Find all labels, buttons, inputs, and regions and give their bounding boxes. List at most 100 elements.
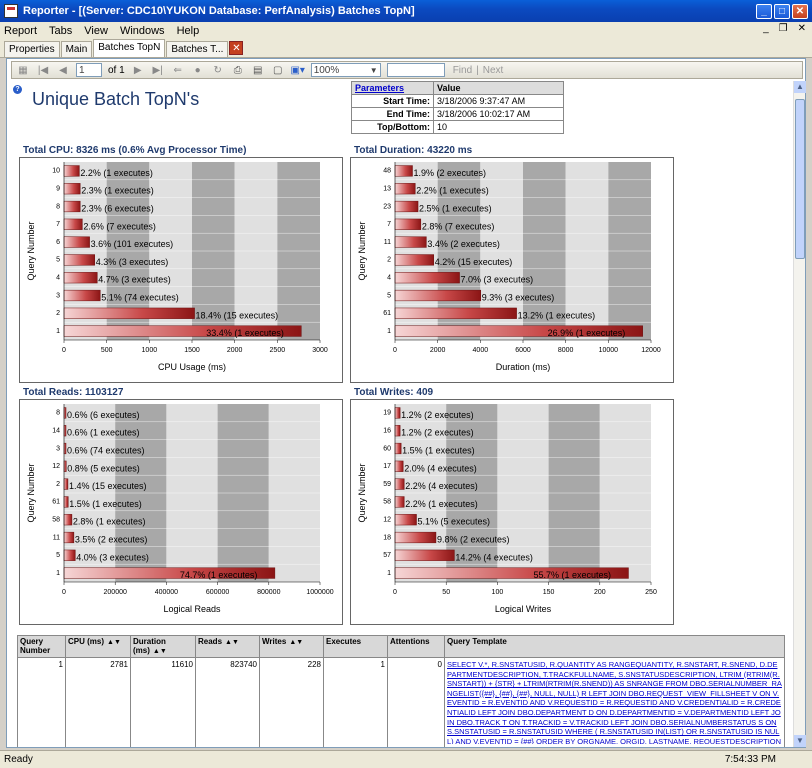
title-bar: Reporter - [(Server: CDC10\YUKON Databas… [0, 0, 812, 22]
parameters-table: Parameters Value Start Time: 3/18/2006 9:… [351, 81, 564, 134]
tab-close-icon[interactable]: ✕ [229, 41, 244, 55]
vertical-scrollbar[interactable]: ▲ ▼ [793, 81, 806, 747]
mdi-close-icon[interactable]: ✕ [798, 23, 806, 34]
bar [394, 165, 413, 177]
bar [394, 460, 404, 472]
col-duration[interactable]: Duration (ms) ▲▼ [130, 635, 196, 658]
bar [394, 236, 427, 248]
mdi-minimize-icon[interactable]: _ [763, 23, 769, 34]
table-row: 1 2781 11610 823740 228 1 0 SELECT V.*, … [17, 657, 785, 747]
x-tick-label: 0 [393, 347, 397, 354]
col-writes[interactable]: Writes ▲▼ [259, 635, 324, 658]
next-link[interactable]: Next [483, 65, 504, 76]
page-setup-icon[interactable]: ▢ [271, 64, 285, 77]
page-of-label: of 1 [108, 64, 125, 76]
bar [63, 183, 81, 195]
close-button[interactable]: ✕ [792, 3, 808, 19]
export-icon[interactable]: ▣▾ [290, 64, 304, 77]
tab-main[interactable]: Main [60, 41, 93, 57]
cell-writes: 228 [259, 657, 324, 747]
mdi-restore-icon[interactable]: ❐ [779, 23, 788, 34]
minimize-button[interactable]: _ [756, 3, 772, 19]
maximize-button[interactable]: □ [774, 3, 790, 19]
x-tick-label: 2000 [430, 347, 446, 354]
bar [63, 407, 67, 419]
x-axis-title: Logical Reads [163, 604, 221, 614]
y-tick-label: 4 [56, 275, 60, 282]
data-label: 33.4% (1 executes) [206, 328, 284, 338]
col-reads[interactable]: Reads ▲▼ [195, 635, 260, 658]
print-layout-icon[interactable]: ▤ [251, 64, 265, 77]
col-query-number[interactable]: Query Number [17, 635, 66, 658]
next-page-icon[interactable]: ▶ [131, 64, 145, 77]
x-tick-label: 400000 [155, 589, 178, 596]
help-icon[interactable]: ? [13, 85, 22, 94]
scroll-up-icon[interactable]: ▲ [794, 81, 806, 93]
x-tick-label: 600000 [206, 589, 229, 596]
find-input[interactable] [386, 63, 445, 77]
menu-view[interactable]: View [84, 25, 108, 37]
y-tick-label: 5 [56, 552, 60, 559]
bar [394, 407, 401, 419]
previous-page-icon[interactable]: ◀ [56, 64, 70, 77]
data-label: 14.2% (4 executes) [455, 552, 533, 562]
bar [394, 531, 437, 544]
bar [394, 200, 419, 213]
print-icon[interactable]: ⎙ [231, 64, 245, 77]
col-attentions[interactable]: Attentions [387, 635, 445, 658]
back-icon[interactable]: ⇐ [171, 64, 185, 77]
data-label: 2.3% (1 executes) [81, 186, 154, 196]
tab-properties[interactable]: Properties [4, 41, 60, 57]
data-label: 1.9% (2 executes) [413, 168, 486, 178]
stop-icon[interactable]: ● [191, 64, 205, 77]
last-page-icon[interactable]: ▶| [151, 64, 165, 77]
data-label: 2.8% (1 executes) [73, 517, 146, 527]
x-tick-label: 8000 [558, 347, 574, 354]
bar [394, 307, 517, 319]
sort-icon[interactable]: ▲▼ [107, 639, 121, 646]
sort-icon[interactable]: ▲▼ [153, 648, 167, 655]
parameters-link[interactable]: Parameters [351, 81, 434, 95]
bar [394, 272, 460, 284]
batches-grid: Query Number CPU (ms) ▲▼ Duration (ms) ▲▼ … [17, 635, 785, 747]
sort-icon[interactable]: ▲▼ [225, 639, 239, 646]
zoom-select[interactable]: 100% ▼ [310, 63, 381, 77]
report-toolbar: ▦ |◀ ◀ 1 of 1 ▶ ▶| ⇐ ● ↻ ⎙ ▤ ▢ ▣▾ 100% ▼ … [11, 61, 803, 79]
col-cpu[interactable]: CPU (ms) ▲▼ [65, 635, 131, 658]
tab-batches-t[interactable]: Batches T... [166, 41, 229, 57]
query-template-link[interactable]: SELECT V.*, R.SNSTATUSID, R.QUANTITY AS … [447, 660, 782, 744]
y-tick-label: 2 [387, 257, 391, 264]
data-label: 2.0% (4 executes) [404, 463, 477, 473]
cell-attentions: 0 [387, 657, 445, 747]
y-tick-label: 11 [384, 239, 391, 246]
find-link[interactable]: Find [453, 65, 472, 76]
y-axis-title: Query Number [357, 463, 367, 522]
menu-tabs[interactable]: Tabs [49, 25, 72, 37]
x-tick-label: 0 [393, 589, 397, 596]
data-label: 1.5% (1 executes) [69, 499, 142, 509]
col-query-template[interactable]: Query Template [444, 635, 785, 658]
bar [63, 200, 81, 213]
data-label: 0.6% (1 executes) [67, 428, 140, 438]
bar [63, 272, 98, 284]
refresh-icon[interactable]: ↻ [211, 64, 225, 77]
tab-batches-topn[interactable]: Batches TopN [93, 39, 166, 57]
x-tick-label: 0 [62, 347, 66, 354]
scroll-down-icon[interactable]: ▼ [794, 735, 806, 747]
param-label: Top/Bottom: [351, 120, 434, 134]
menu-windows[interactable]: Windows [120, 25, 165, 37]
document-map-icon[interactable]: ▦ [16, 64, 30, 77]
bar [394, 496, 405, 508]
x-axis-title: Logical Writes [495, 604, 552, 614]
col-executes[interactable]: Executes [323, 635, 388, 658]
page-number-input[interactable]: 1 [76, 63, 102, 77]
sort-icon[interactable]: ▲▼ [289, 639, 303, 646]
menu-report[interactable]: Report [4, 25, 37, 37]
first-page-icon[interactable]: |◀ [36, 64, 50, 77]
bar [63, 514, 73, 526]
data-label: 2.6% (7 executes) [83, 221, 156, 231]
chart-title-writes: Total Writes: 409 [354, 387, 434, 398]
y-tick-label: 1 [56, 328, 60, 335]
scroll-thumb[interactable] [795, 99, 805, 259]
menu-help[interactable]: Help [177, 25, 200, 37]
